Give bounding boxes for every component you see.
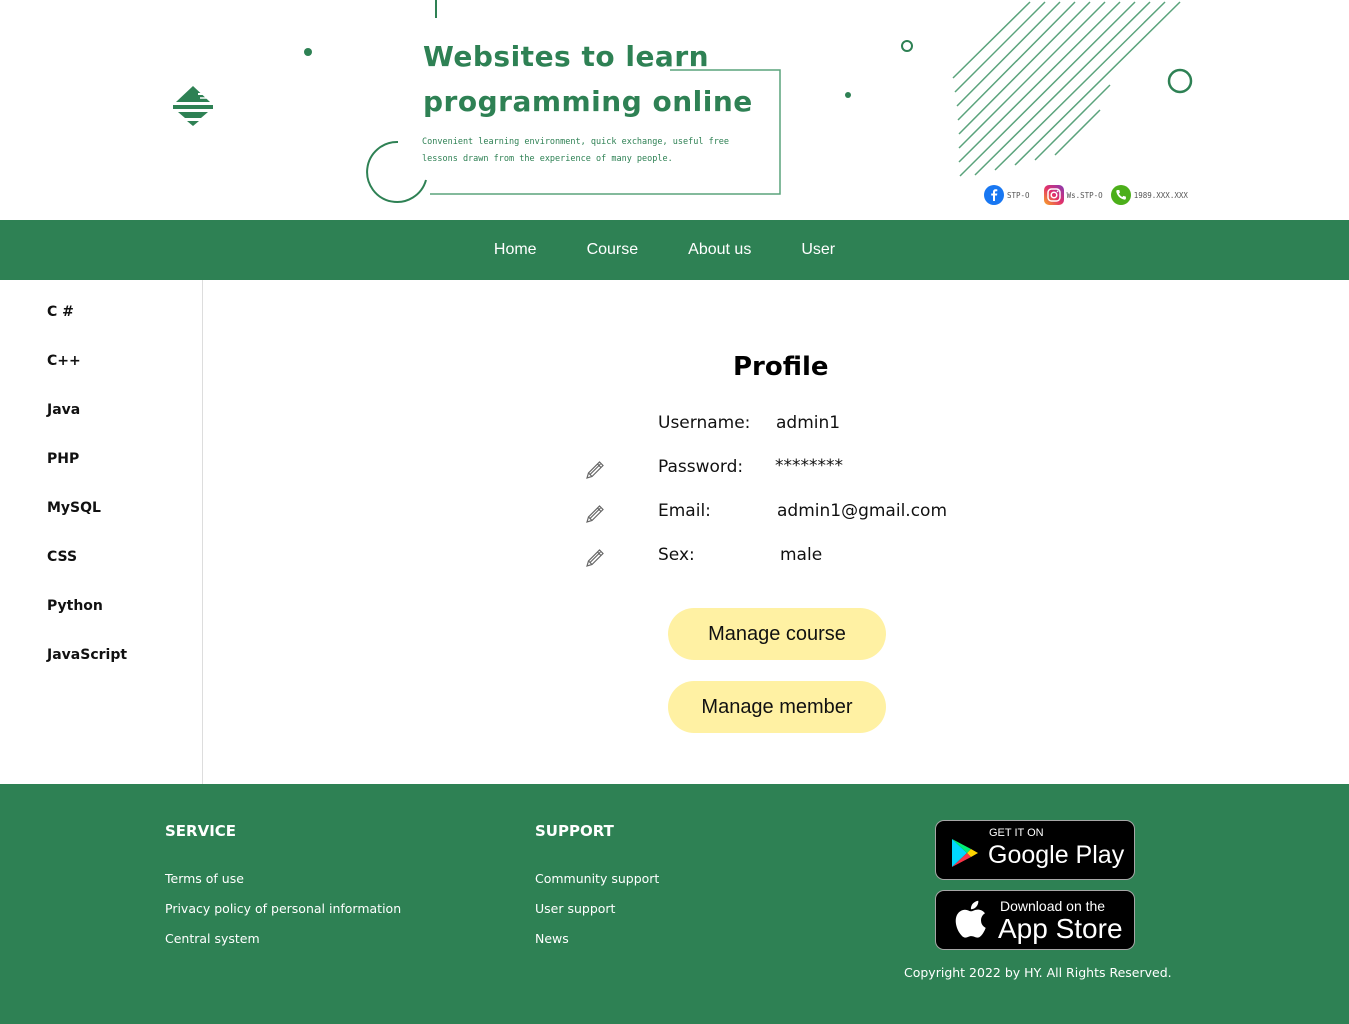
sidebar-item-javascript[interactable]: JavaScript	[47, 647, 127, 663]
username-value: admin1	[776, 413, 841, 433]
sidebar-item-css[interactable]: CSS	[47, 549, 77, 565]
google-play-small-text: GET IT ON	[989, 827, 1044, 839]
sidebar-item-python[interactable]: Python	[47, 598, 103, 614]
facebook-icon	[984, 185, 1004, 205]
sidebar-item-php[interactable]: PHP	[47, 451, 79, 467]
email-label: Email:	[658, 501, 711, 521]
sidebar-item-cpp[interactable]: C++	[47, 353, 81, 369]
hero-subtitle-line2: lessons drawn from the experience of man…	[422, 154, 673, 164]
hero-title-line2: programming online	[423, 85, 753, 118]
header-banner: Websites to learn programming online Con…	[0, 0, 1349, 220]
nav-item-about-us[interactable]: About us	[688, 241, 751, 259]
footer-link-privacy[interactable]: Privacy policy of personal information	[165, 901, 401, 916]
nav-items: Home Course About us User	[469, 241, 860, 259]
footer: SERVICE Terms of use Privacy policy of p…	[0, 784, 1349, 1024]
password-label: Password:	[658, 457, 744, 477]
manage-course-button[interactable]: Manage course	[668, 608, 886, 660]
page: Websites to learn programming online Con…	[0, 0, 1349, 1024]
edit-password-pencil-icon[interactable]	[584, 459, 606, 481]
edit-email-pencil-icon[interactable]	[584, 503, 606, 525]
phone-label: 1989.XXX.XXX	[1133, 190, 1188, 200]
app-store-badge[interactable]: Download on the App Store	[935, 890, 1135, 950]
email-value: admin1@gmail.com	[777, 501, 948, 521]
hero-title-line1: Websites to learn	[423, 40, 710, 73]
google-play-badge[interactable]: GET IT ON Google Play	[935, 820, 1135, 880]
google-play-icon	[952, 839, 978, 867]
password-value: ********	[775, 456, 843, 476]
social-links: STP-O Ws.STP-O 1989.XXX.XXX	[984, 184, 1196, 206]
sidebar-item-csharp[interactable]: C #	[47, 304, 74, 320]
apple-icon	[955, 900, 986, 938]
social-phone[interactable]: 1989.XXX.XXX	[1110, 185, 1188, 205]
footer-link-news[interactable]: News	[535, 931, 569, 946]
footer-link-central-system[interactable]: Central system	[165, 931, 260, 946]
social-facebook[interactable]: STP-O	[984, 185, 1030, 205]
instagram-label: Ws.STP-O	[1066, 190, 1103, 200]
social-instagram[interactable]: Ws.STP-O	[1043, 185, 1103, 205]
nav-item-course[interactable]: Course	[587, 241, 639, 259]
sex-label: Sex:	[658, 545, 695, 565]
phone-icon	[1110, 185, 1131, 205]
profile-title: Profile	[733, 352, 829, 382]
hero-title: Websites to learn programming online	[423, 34, 823, 124]
hero-subtitle: Convenient learning environment, quick e…	[422, 134, 742, 168]
nav-item-home[interactable]: Home	[494, 241, 537, 259]
app-store-big-text: App Store	[998, 913, 1123, 944]
sex-value: male	[780, 545, 823, 565]
app-store-small-text: Download on the	[1000, 898, 1106, 914]
footer-link-community-support[interactable]: Community support	[535, 871, 659, 886]
instagram-icon	[1043, 185, 1064, 205]
main-nav: Home Course About us User	[0, 220, 1349, 280]
facebook-label: STP-O	[1007, 190, 1030, 200]
manage-member-button[interactable]: Manage member	[668, 681, 886, 733]
hero-subtitle-line1: Convenient learning environment, quick e…	[422, 137, 730, 147]
course-sidebar: C # C++ Java PHP MySQL CSS Python JavaSc…	[0, 280, 203, 784]
footer-service-heading: SERVICE	[165, 822, 237, 840]
footer-support-heading: SUPPORT	[535, 822, 614, 840]
google-play-big-text: Google Play	[988, 841, 1125, 869]
footer-link-terms[interactable]: Terms of use	[165, 871, 244, 886]
sidebar-item-java[interactable]: Java	[47, 402, 80, 418]
footer-link-user-support[interactable]: User support	[535, 901, 615, 916]
sidebar-item-mysql[interactable]: MySQL	[47, 500, 101, 516]
site-logo-icon[interactable]	[170, 84, 216, 128]
copyright-text: Copyright 2022 by HY. All Rights Reserve…	[904, 965, 1172, 980]
edit-sex-pencil-icon[interactable]	[584, 547, 606, 569]
username-label: Username:	[658, 413, 751, 433]
nav-item-user[interactable]: User	[801, 241, 835, 259]
